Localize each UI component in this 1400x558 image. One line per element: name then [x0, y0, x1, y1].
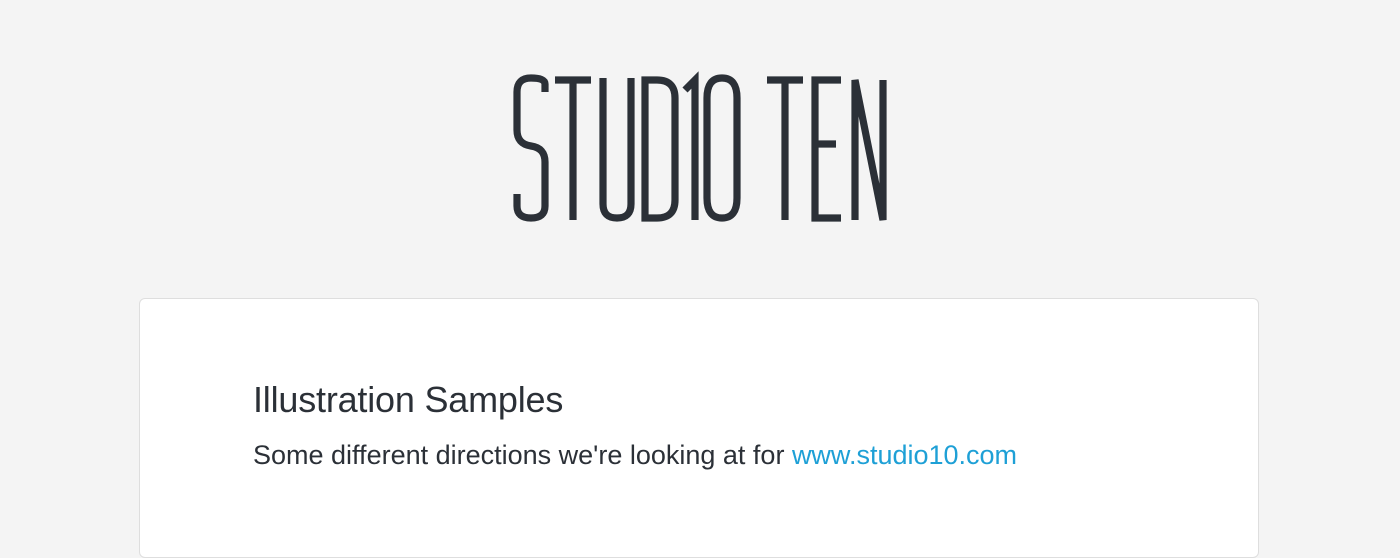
studio-ten-logo: [513, 71, 887, 222]
website-link[interactable]: www.studio10.com: [792, 440, 1017, 470]
content-card: Illustration Samples Some different dire…: [139, 298, 1259, 558]
header: [0, 70, 1400, 230]
page-title: Illustration Samples: [253, 379, 564, 420]
page-description: Some different directions we're looking …: [253, 440, 1017, 471]
description-text: Some different directions we're looking …: [253, 440, 792, 470]
